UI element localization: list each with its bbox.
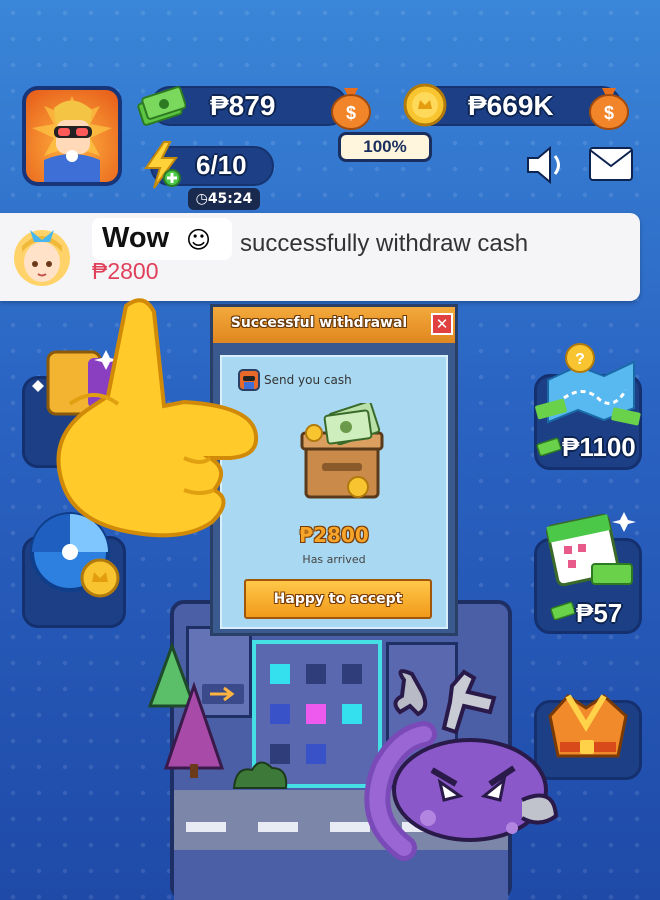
- notification-message: successfully withdraw cash: [240, 230, 529, 257]
- clock-icon: ◷: [195, 191, 208, 207]
- player-avatar[interactable]: [22, 86, 122, 186]
- cash-progress-badge: 100%: [338, 132, 432, 162]
- energy-timer: ◷45:24: [188, 188, 260, 210]
- svg-text:$: $: [604, 103, 614, 123]
- dialog-status: Has arrived: [302, 553, 366, 566]
- accept-button[interactable]: Happy to accept: [244, 579, 432, 619]
- money-bag-icon[interactable]: $: [328, 80, 374, 130]
- cash-stack-icon: [536, 437, 562, 456]
- scorpion-mascot-icon: [364, 669, 559, 861]
- laughing-emoji-icon: ☺: [186, 226, 212, 254]
- wow-text: Wow: [102, 222, 170, 254]
- energy-value: 6/10: [196, 150, 247, 180]
- energy-timer-value: 45:24: [207, 191, 253, 207]
- avatar-character-icon: [32, 96, 112, 182]
- arrow-sign-icon: [202, 684, 244, 704]
- calendar-icon: [546, 512, 636, 587]
- close-button[interactable]: ✕: [431, 313, 453, 335]
- sound-icon[interactable]: [524, 146, 568, 184]
- map-reward-value: ₱1100: [562, 432, 636, 462]
- money-bag-icon[interactable]: $: [586, 80, 632, 130]
- sender-label: Send you cash: [264, 373, 352, 387]
- energy-bolt-icon[interactable]: [140, 140, 184, 190]
- cash-stack-icon: [137, 86, 186, 126]
- treasure-map-icon: ?: [535, 343, 641, 426]
- calendar-reward-value: ₱57: [576, 598, 623, 628]
- notification-amount: ₱2800: [92, 258, 159, 284]
- game-screen: ₱879 $ 100% ₱669K $ 6/10 ◷45:24 Wow ☺ su…: [0, 0, 660, 900]
- cash-stack-icon: [550, 601, 576, 620]
- wow-bubble: Wow ☺: [92, 218, 232, 260]
- mail-icon[interactable]: [588, 146, 634, 182]
- cash-balance-value: ₱879: [210, 90, 276, 121]
- svg-text:$: $: [346, 103, 356, 123]
- svg-text:?: ?: [575, 351, 585, 368]
- pointing-hand-icon: [56, 298, 259, 538]
- pine-trees-icon: [147, 641, 225, 778]
- bush-icon: [232, 761, 288, 789]
- girl-avatar-icon: [14, 230, 70, 286]
- coin-icon: [403, 83, 447, 127]
- coin-balance-value: ₱669K: [468, 90, 554, 121]
- treasure-chest-icon: [300, 403, 384, 499]
